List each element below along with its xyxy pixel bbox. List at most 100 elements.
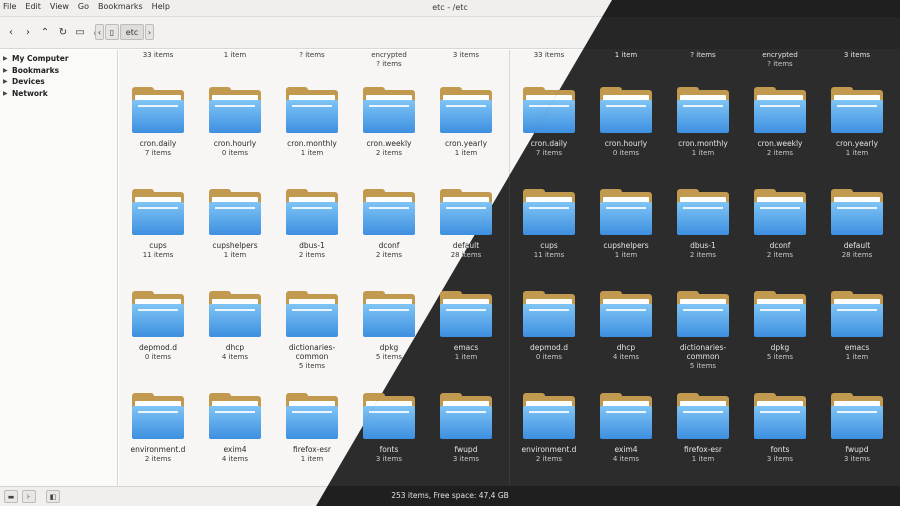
folder-item[interactable]: fwupd 3 items <box>429 393 503 464</box>
folder-item[interactable]: fonts 3 items <box>352 393 426 464</box>
folder-count: 1 item <box>614 251 638 259</box>
forward-arrow-icon[interactable]: › <box>20 24 36 40</box>
folder-item[interactable]: cron.yearly1 item <box>429 87 503 158</box>
folder-item[interactable]: firefox-esr1 item <box>275 393 349 464</box>
folder-item[interactable]: default28 items <box>429 189 503 260</box>
folder-count: 4 items <box>221 455 249 463</box>
breadcrumb-root-icon[interactable]: ▯ <box>105 24 119 40</box>
folder-name: cron.weekly <box>757 139 803 148</box>
reload-icon[interactable]: ↻ <box>55 24 71 40</box>
compact-view-icon[interactable]: ☰ <box>880 24 896 40</box>
folder-item[interactable]: fonts 3 items <box>743 393 817 464</box>
folder-icon <box>286 393 338 439</box>
folder-count: 2 items <box>766 251 794 259</box>
folder-name: cups <box>540 241 558 250</box>
grid-view-icon[interactable]: ⊞ <box>840 24 856 40</box>
breadcrumb-etc[interactable]: etc <box>120 24 144 40</box>
folder-item[interactable]: cupshelpers1 item <box>198 189 272 260</box>
folder-item[interactable]: dictionaries-common5 items <box>666 291 740 371</box>
folder-item[interactable]: cron.yearly1 item <box>820 87 894 158</box>
expand-arrow-icon[interactable]: ▶ <box>3 90 12 97</box>
folder-item[interactable]: firefox-esr1 item <box>666 393 740 464</box>
breadcrumb-left-arrow[interactable]: ‹ <box>95 24 104 40</box>
close-icon[interactable]: ✕ <box>884 1 892 11</box>
folder-count: 1 item <box>845 353 869 361</box>
folder-item[interactable]: cron.daily7 items <box>512 87 586 158</box>
folder-item[interactable]: cron.weekly2 items <box>352 87 426 158</box>
folder-icon <box>440 189 492 235</box>
folder-item[interactable]: dictionaries-common5 items <box>275 291 349 371</box>
folder-item[interactable]: dhcp4 items <box>589 291 663 362</box>
folder-item[interactable]: cron.daily7 items <box>121 87 195 158</box>
folder-name: cron.hourly <box>213 139 257 148</box>
folder-item[interactable]: dpkg5 items <box>352 291 426 362</box>
folder-item[interactable]: depmod.d0 items <box>121 291 195 362</box>
folder-item[interactable]: depmod.d0 items <box>512 291 586 362</box>
expand-arrow-icon[interactable]: ▶ <box>3 67 12 74</box>
folder-item[interactable]: exim44 items <box>589 393 663 464</box>
folder-item[interactable]: cups11 items <box>512 189 586 260</box>
breadcrumb-right-arrow[interactable]: › <box>145 24 154 40</box>
folder-name: fonts <box>379 445 399 454</box>
folder-count: 0 items <box>221 149 249 157</box>
sidebar-item-my-computer[interactable]: ▶ My Computer <box>0 53 117 65</box>
icon-view-icon[interactable]: ▦ <box>820 24 836 40</box>
folder-item[interactable]: cron.hourly0 items <box>198 87 272 158</box>
terminal-icon[interactable]: ▤ <box>780 24 796 40</box>
folder-item[interactable]: emacs 1 item <box>820 291 894 362</box>
folder-item[interactable]: cron.monthly1 item <box>666 87 740 158</box>
folder-item[interactable]: environment.d2 items <box>121 393 195 464</box>
new-tab-icon[interactable]: ▣ <box>760 24 776 40</box>
folder-count: 11 items <box>142 251 174 259</box>
restore-icon[interactable]: ▫ <box>867 1 873 11</box>
folder-icon <box>831 87 883 133</box>
folder-item[interactable]: dbus-12 items <box>666 189 740 260</box>
folder-name: fwupd <box>845 445 869 454</box>
folder-icon <box>754 393 806 439</box>
folder-name: cups <box>149 241 167 250</box>
minimize-icon[interactable]: ▾ <box>836 1 841 11</box>
search-icon[interactable]: ⌕ <box>800 24 816 40</box>
sidebar-item-network[interactable]: ▶ Network <box>0 88 117 100</box>
folder-item[interactable]: cron.weekly2 items <box>743 87 817 158</box>
folder-count: ? items <box>690 51 716 59</box>
folder-item[interactable]: exim44 items <box>198 393 272 464</box>
folder-item[interactable]: cron.hourly0 items <box>589 87 663 158</box>
folder-item[interactable]: dconf2 items <box>743 189 817 260</box>
folder-name: cron.yearly <box>835 139 879 148</box>
folder-item[interactable]: cupshelpers1 item <box>589 189 663 260</box>
folder-icon <box>286 189 338 235</box>
folder-item[interactable]: fwupd 3 items <box>820 393 894 464</box>
computer-icon[interactable]: ▭ <box>72 24 88 40</box>
folder-name: emacs <box>453 343 479 352</box>
folder-item[interactable]: emacs 1 item <box>429 291 503 362</box>
folder-item[interactable]: environment.d2 items <box>512 393 586 464</box>
folder-item[interactable]: dpkg5 items <box>743 291 817 362</box>
folder-count: 5 items <box>298 362 326 370</box>
folder-count: 2 items <box>375 149 403 157</box>
folder-count: 5 items <box>375 353 403 361</box>
folder-item[interactable]: dbus-12 items <box>275 189 349 260</box>
toggle-location-icon[interactable]: ⌐ <box>740 24 756 40</box>
folder-name: dbus-1 <box>690 241 716 250</box>
sidebar-item-bookmarks[interactable]: ▶ Bookmarks <box>0 65 117 77</box>
back-arrow-icon[interactable]: ‹ <box>3 24 19 40</box>
folder-count: 4 items <box>221 353 249 361</box>
list-view-icon[interactable]: ≡ <box>860 24 876 40</box>
maximize-icon[interactable]: – <box>852 1 857 11</box>
folder-item[interactable]: cron.monthly1 item <box>275 87 349 158</box>
folder-icon <box>363 189 415 235</box>
sidebar-label: Devices <box>12 77 45 87</box>
folder-item[interactable]: dconf2 items <box>352 189 426 260</box>
sidebar-item-devices[interactable]: ▶ Devices <box>0 76 117 88</box>
folder-item[interactable]: default28 items <box>820 189 894 260</box>
expand-arrow-icon[interactable]: ▶ <box>3 55 12 62</box>
folder-item[interactable]: dhcp4 items <box>198 291 272 362</box>
pane-divider[interactable] <box>509 50 510 486</box>
folder-name: fonts <box>770 445 790 454</box>
up-arrow-icon[interactable]: ⌃ <box>37 24 53 40</box>
sidebar-label: My Computer <box>12 54 69 64</box>
expand-arrow-icon[interactable]: ▶ <box>3 78 12 85</box>
folder-item[interactable]: cups11 items <box>121 189 195 260</box>
zoom-slider-knob[interactable] <box>883 491 894 502</box>
